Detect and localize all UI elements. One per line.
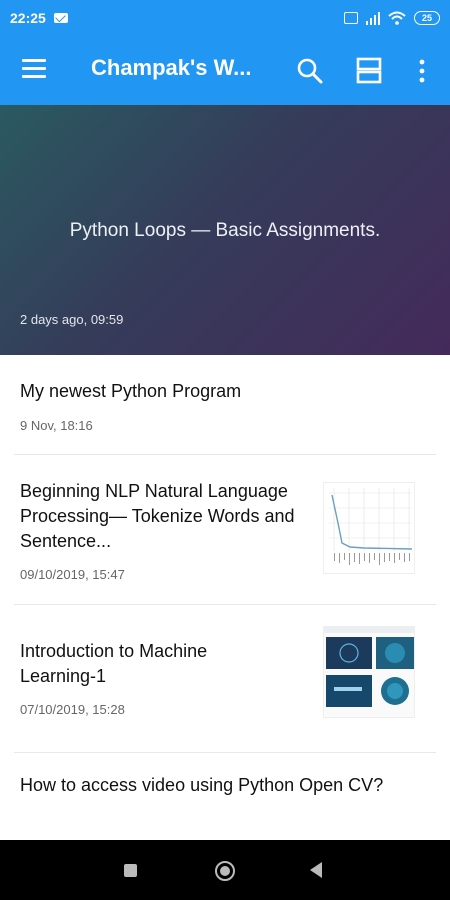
post-item[interactable]: My newest Python Program 9 Nov, 18:16 bbox=[14, 355, 436, 455]
post-title: My newest Python Program bbox=[20, 381, 242, 401]
post-date: 09/10/2019, 15:47 bbox=[20, 567, 125, 582]
featured-post[interactable]: Python Loops — Basic Assignments. 2 days… bbox=[0, 105, 450, 355]
featured-post-date: 2 days ago, 09:59 bbox=[20, 312, 124, 327]
signal-icon bbox=[366, 11, 380, 25]
post-item[interactable]: Beginning NLP Natural Language Processin… bbox=[14, 455, 436, 605]
wifi-icon bbox=[388, 11, 406, 25]
battery-icon: 25 bbox=[414, 10, 440, 25]
post-date: 07/10/2019, 15:28 bbox=[20, 702, 125, 717]
post-title: Beginning NLP Natural Language Processin… bbox=[20, 481, 295, 551]
search-icon[interactable] bbox=[296, 57, 324, 85]
chart-thumbnail bbox=[324, 483, 414, 573]
post-item[interactable]: How to access video using Python Open CV… bbox=[14, 753, 436, 848]
recents-icon[interactable] bbox=[124, 864, 137, 877]
app-bar: Champak's W... bbox=[0, 35, 450, 105]
layout-toggle-icon[interactable] bbox=[355, 57, 385, 85]
system-nav-bar bbox=[0, 840, 450, 900]
featured-post-title: Python Loops — Basic Assignments. bbox=[69, 220, 381, 241]
post-date: 9 Nov, 18:16 bbox=[20, 418, 93, 433]
home-icon[interactable] bbox=[215, 861, 235, 881]
post-title: Introduction to Machine Learning-1 bbox=[20, 641, 208, 686]
back-icon[interactable] bbox=[310, 862, 322, 878]
post-title: How to access video using Python Open CV… bbox=[20, 775, 384, 795]
slides-thumbnail bbox=[324, 627, 414, 717]
status-bar: 22:25 25 bbox=[0, 0, 450, 35]
status-icons: 25 bbox=[344, 10, 440, 25]
post-item[interactable]: Introduction to Machine Learning-1 07/10… bbox=[14, 605, 436, 753]
app-title: Champak's W... bbox=[91, 55, 252, 80]
post-list: My newest Python Program 9 Nov, 18:16 Be… bbox=[0, 355, 450, 848]
status-time: 22:25 bbox=[10, 9, 46, 26]
menu-icon[interactable] bbox=[22, 57, 48, 83]
mail-icon bbox=[53, 12, 68, 23]
more-vert-icon[interactable] bbox=[412, 57, 432, 85]
sim-icon bbox=[344, 11, 358, 24]
